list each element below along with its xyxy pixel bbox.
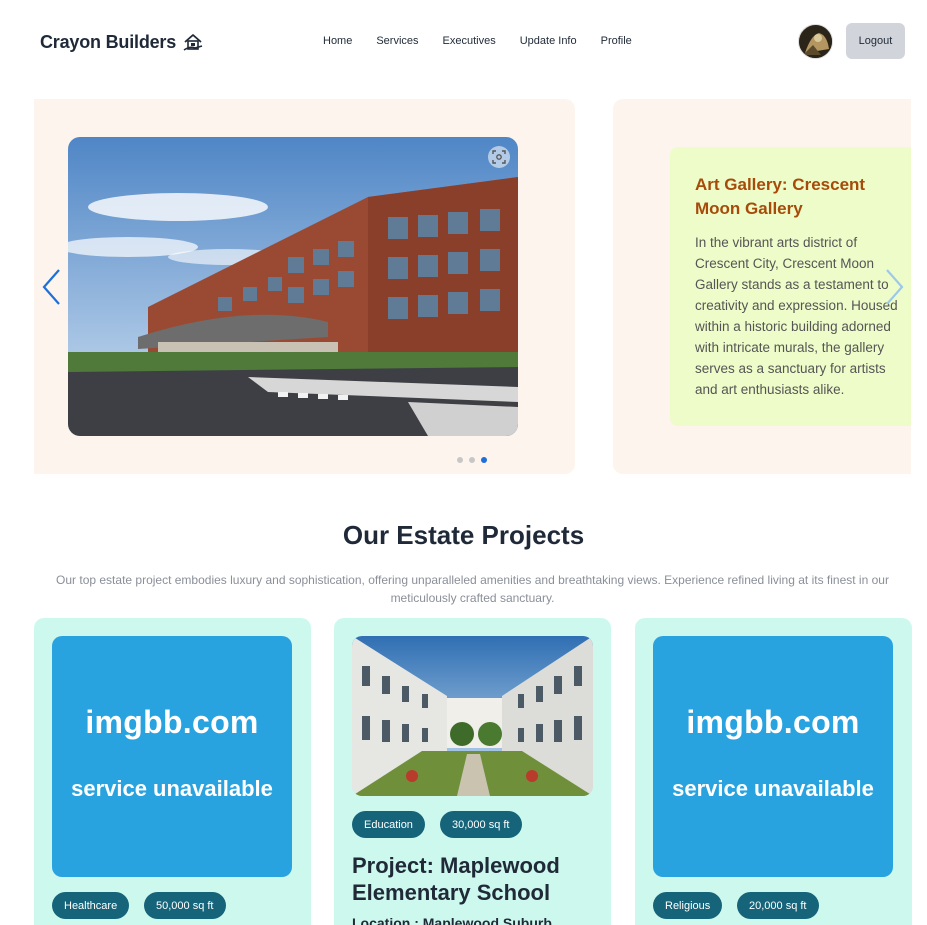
slide-title: Art Gallery: Crescent Moon Gallery: [695, 175, 866, 218]
pagination-dot-active[interactable]: [481, 457, 487, 463]
pagination-dot[interactable]: [469, 457, 475, 463]
logout-button[interactable]: Logout: [846, 23, 905, 59]
project-image: [352, 636, 593, 796]
project-card[interactable]: imgbb.com service unavailable Healthcare…: [34, 618, 311, 925]
project-image-placeholder: imgbb.com service unavailable: [52, 636, 292, 877]
section-title: Our Estate Projects: [342, 520, 585, 550]
slide-info-box: Art Gallery: Crescent Moon Gallery In th…: [670, 147, 911, 426]
pagination-dot[interactable]: [457, 457, 463, 463]
main-nav: Home Services Executives Update Info Pro…: [323, 35, 656, 47]
project-title: Project: Maplewood Elementary School: [352, 853, 560, 905]
brand-name: Crayon Builders: [40, 31, 177, 52]
category-badge: Education: [352, 811, 425, 838]
project-image-placeholder: imgbb.com service unavailable: [653, 636, 893, 877]
area-badge: 50,000 sq ft: [144, 892, 226, 919]
project-card[interactable]: Education 30,000 sq ft Project: Maplewoo…: [334, 618, 611, 925]
nav-profile[interactable]: Profile: [601, 35, 632, 47]
image-placeholder-subtext: service unavailable: [672, 776, 874, 801]
site-header: Crayon Builders Home Services Executives…: [0, 0, 927, 85]
project-card[interactable]: imgbb.com service unavailable Religious …: [635, 618, 912, 925]
house-hand-icon: [182, 31, 204, 53]
nav-executives[interactable]: Executives: [443, 35, 496, 47]
carousel-pagination: [457, 457, 487, 463]
nav-services[interactable]: Services: [376, 35, 418, 47]
image-placeholder-subtext: service unavailable: [71, 776, 273, 801]
area-badge: 30,000 sq ft: [440, 811, 522, 838]
area-badge: 20,000 sq ft: [737, 892, 819, 919]
nav-home[interactable]: Home: [323, 35, 352, 47]
category-badge: Healthcare: [52, 892, 130, 919]
slide-description: In the vibrant arts district of Crescent…: [695, 235, 898, 397]
chevron-left-icon[interactable]: [41, 268, 63, 306]
user-avatar[interactable]: [798, 24, 833, 59]
section-subtitle: Our top estate project embodies luxury a…: [56, 573, 889, 605]
brand[interactable]: Crayon Builders: [40, 31, 204, 53]
nav-update-info[interactable]: Update Info: [520, 35, 577, 47]
slide-building-photo: [68, 137, 518, 436]
project-location: Location : Maplewood Suburb: [352, 915, 552, 925]
image-placeholder-text: imgbb.com: [686, 704, 860, 740]
image-placeholder-text: imgbb.com: [85, 704, 259, 740]
chevron-right-icon[interactable]: [883, 268, 905, 306]
scan-icon[interactable]: [488, 146, 510, 168]
category-badge: Religious: [653, 892, 723, 919]
